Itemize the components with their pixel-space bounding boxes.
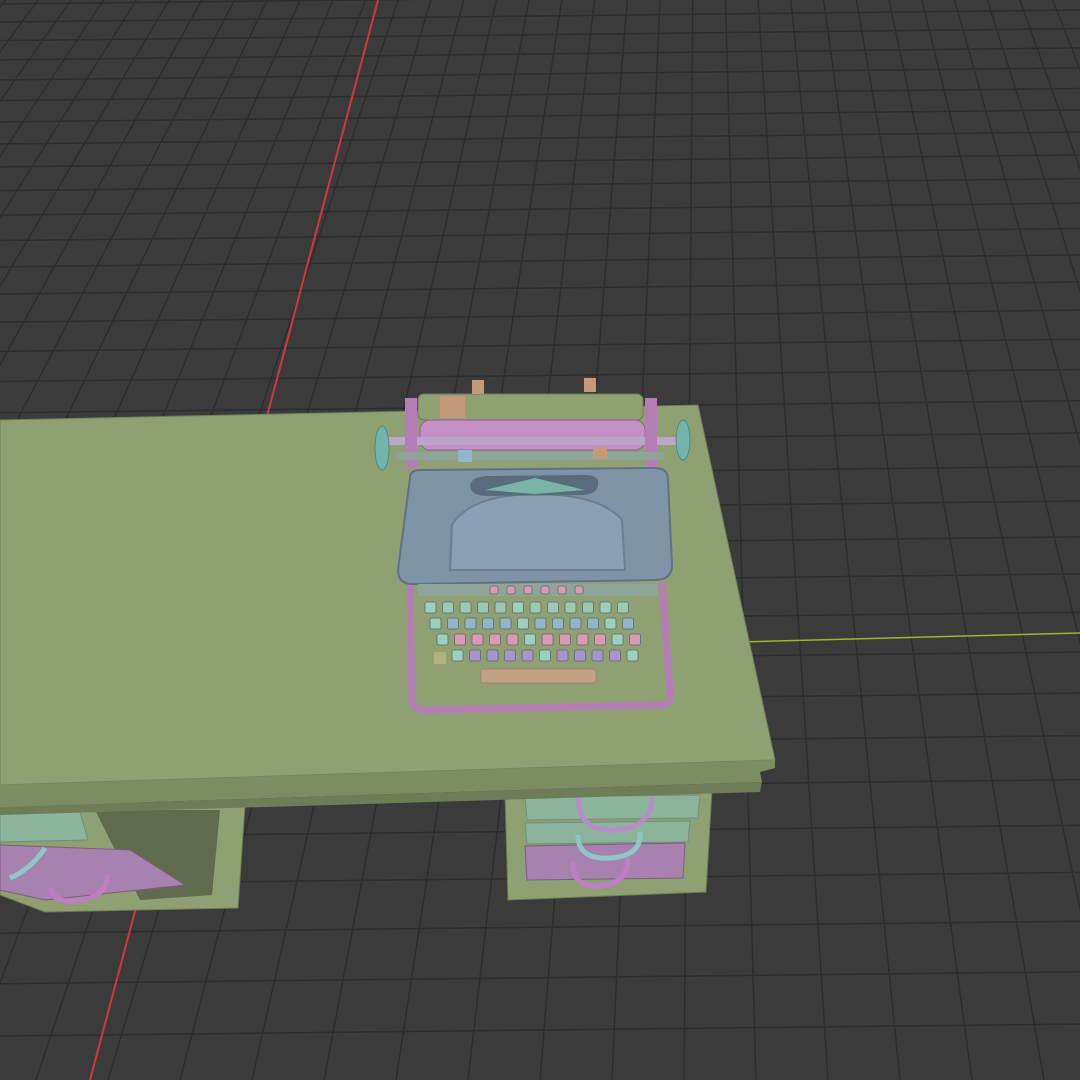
3d-viewport[interactable] — [0, 0, 1080, 1080]
typewriter-key[interactable] — [523, 585, 533, 595]
typewriter-key[interactable] — [454, 633, 466, 646]
shift-key-left[interactable] — [434, 652, 446, 664]
typewriter-key[interactable] — [494, 601, 507, 614]
typewriter-key[interactable] — [604, 617, 617, 630]
grid-line — [0, 27, 1080, 42]
typewriter-key[interactable] — [486, 649, 499, 662]
grid-line — [0, 47, 1080, 61]
typewriter-key[interactable] — [512, 601, 524, 614]
typewriter-key[interactable] — [540, 585, 550, 595]
typewriter-key[interactable] — [506, 633, 519, 646]
typewriter-key[interactable] — [599, 601, 612, 614]
typewriter-key[interactable] — [477, 601, 489, 614]
typewriter-key[interactable] — [429, 617, 442, 630]
platen-knob-left — [374, 425, 390, 471]
typewriter-key[interactable] — [582, 601, 594, 614]
space-bar[interactable] — [480, 668, 597, 684]
margin-stop-left — [458, 450, 472, 462]
typewriter-key[interactable] — [629, 633, 641, 646]
typewriter-key[interactable] — [489, 585, 499, 595]
typewriter-key[interactable] — [574, 649, 586, 662]
typewriter-key[interactable] — [499, 617, 512, 630]
platen-knob-right — [675, 419, 691, 461]
typewriter-key[interactable] — [556, 649, 569, 662]
typewriter-key[interactable] — [587, 617, 599, 630]
grid-line — [0, 67, 1080, 81]
typewriter-key[interactable] — [541, 633, 554, 646]
platen-rod — [385, 437, 685, 445]
typewriter-key[interactable] — [617, 601, 629, 614]
grid-line — [0, 227, 1080, 242]
grid-line — [0, 920, 1080, 934]
shift-lock-key[interactable] — [422, 628, 430, 648]
typewriter-key[interactable] — [594, 633, 606, 646]
typewriter-key[interactable] — [547, 601, 559, 614]
grid-line — [0, 338, 1080, 353]
right-drawer-bottom — [524, 842, 686, 881]
typewriter-key[interactable] — [442, 601, 454, 614]
carriage-bar — [395, 452, 665, 460]
typewriter-key[interactable] — [626, 649, 639, 662]
typewriter-hood-panel — [448, 492, 627, 571]
grid-line — [0, 254, 1080, 268]
typewriter-key[interactable] — [591, 649, 604, 662]
typewriter-key[interactable] — [534, 617, 547, 630]
typewriter-key[interactable] — [469, 649, 481, 662]
typewriter-key[interactable] — [517, 617, 529, 630]
typewriter-key[interactable] — [564, 601, 577, 614]
grid-line — [0, 0, 428, 5]
left-drawer-top — [0, 809, 89, 843]
typewriter-key[interactable] — [524, 633, 536, 646]
paper-rest-tab-left — [472, 380, 484, 394]
typewriter-key[interactable] — [521, 649, 534, 662]
grid-line — [0, 1023, 1080, 1037]
typewriter-key[interactable] — [576, 633, 589, 646]
keyboard-base — [418, 584, 658, 596]
margin-stop-right — [593, 447, 607, 459]
margin-release-key[interactable] — [648, 622, 656, 650]
grid-line — [0, 281, 1080, 295]
paper-guide — [440, 396, 465, 418]
typewriter-key[interactable] — [622, 617, 634, 630]
typewriter-key[interactable] — [574, 585, 584, 595]
typewriter-key[interactable] — [611, 633, 624, 646]
typewriter-key[interactable] — [506, 585, 516, 595]
typewriter-key[interactable] — [424, 601, 437, 614]
right-drawer-top — [524, 794, 701, 821]
grid-line — [0, 970, 1080, 985]
typewriter-key[interactable] — [464, 617, 477, 630]
typewriter-key[interactable] — [569, 617, 582, 630]
platen — [419, 419, 646, 451]
grid-line — [0, 368, 1080, 383]
grid-line — [0, 87, 1080, 102]
grid-line — [0, 154, 1080, 168]
grid-line — [0, 202, 1080, 216]
viewport-scene[interactable] — [0, 0, 1080, 1080]
typewriter-key[interactable] — [552, 617, 564, 630]
typewriter-key[interactable] — [557, 585, 567, 595]
typewriter-key[interactable] — [504, 649, 516, 662]
typewriter-key[interactable] — [489, 633, 501, 646]
typewriter-key[interactable] — [559, 633, 571, 646]
typewriter-key[interactable] — [447, 617, 459, 630]
typewriter-key[interactable] — [539, 649, 551, 662]
typewriter-key[interactable] — [529, 601, 542, 614]
typewriter-key[interactable] — [471, 633, 484, 646]
typewriter-key[interactable] — [451, 649, 464, 662]
paper-rest-tab-right — [584, 378, 596, 392]
grid-line — [0, 177, 1080, 192]
grid-line — [0, 109, 1080, 123]
typewriter-key[interactable] — [436, 633, 449, 646]
typewriter-key[interactable] — [609, 649, 621, 662]
typewriter-key[interactable] — [459, 601, 472, 614]
typewriter-key[interactable] — [482, 617, 494, 630]
